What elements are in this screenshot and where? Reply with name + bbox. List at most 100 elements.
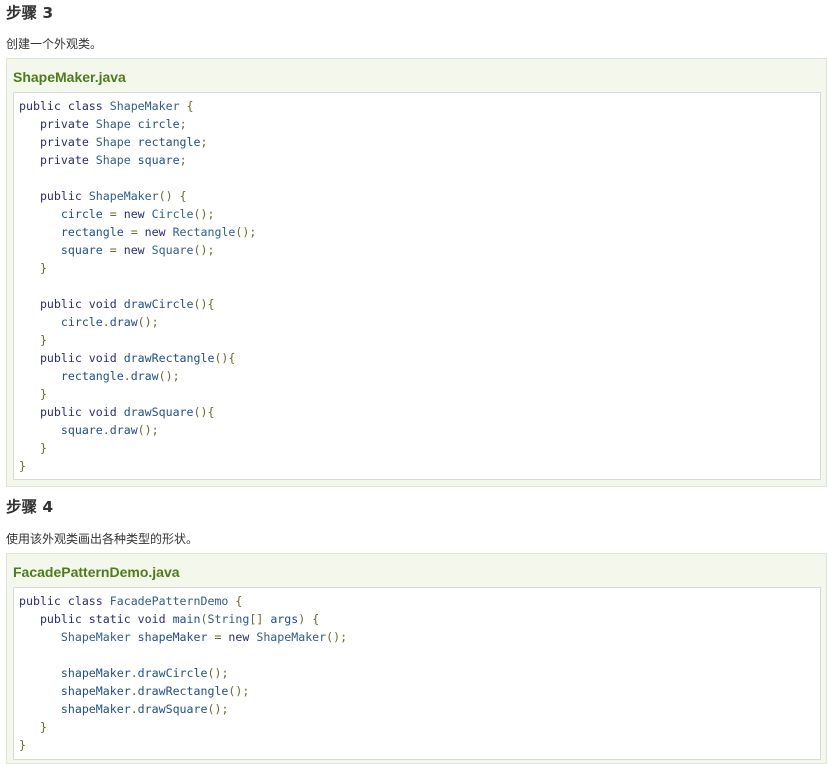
code-token: . — [130, 666, 138, 680]
code-token: main — [172, 612, 201, 626]
code-token: (); — [158, 369, 180, 383]
code-token: Shape — [95, 117, 138, 131]
step4-description: 使用该外观类画出各种类型的形状。 — [6, 532, 199, 546]
code-token: ShapeMaker — [19, 630, 138, 644]
code-token: . — [102, 423, 110, 437]
code-token: circle — [137, 117, 180, 131]
code-token: () { — [158, 189, 187, 203]
code-line: shapeMaker.drawRectangle(); — [19, 682, 820, 700]
code-token: Circle — [151, 207, 194, 221]
code-line: public void drawSquare(){ — [19, 403, 820, 421]
code-token: Shape — [95, 135, 138, 149]
code-token: ShapeMaker — [88, 189, 159, 203]
code-line: } — [19, 385, 820, 403]
step3-filename: ShapeMaker.java — [13, 69, 126, 85]
code-token: private — [19, 117, 96, 131]
code-line: square.draw(); — [19, 421, 820, 439]
code-token: drawRectangle — [137, 684, 229, 698]
code-token: new — [228, 630, 257, 644]
code-token: = — [109, 243, 124, 257]
code-token: (); — [137, 315, 159, 329]
step4-filename: FacadePatternDemo.java — [13, 564, 180, 580]
code-token: } — [19, 261, 47, 275]
code-token: public static void — [19, 612, 173, 626]
code-token: (); — [228, 684, 250, 698]
code-token: square — [19, 423, 103, 437]
code-token: Rectangle — [172, 225, 236, 239]
code-line: } — [19, 736, 820, 754]
code-line: public class ShapeMaker { — [19, 97, 820, 115]
code-token: new — [123, 243, 152, 257]
code-token: new — [144, 225, 173, 239]
code-token: draw — [109, 315, 138, 329]
code-token: } — [19, 738, 26, 752]
code-token: (); — [137, 423, 159, 437]
code-token: Shape — [95, 153, 138, 167]
code-token: = — [214, 630, 229, 644]
code-token: new — [123, 207, 152, 221]
code-token: drawCircle — [137, 666, 208, 680]
code-token: } — [19, 720, 47, 734]
code-token: (); — [326, 630, 348, 644]
code-token: public void — [19, 405, 124, 419]
code-token: drawCircle — [123, 297, 194, 311]
code-token: private — [19, 135, 96, 149]
code-token: rectangle — [19, 225, 131, 239]
code-token: circle — [19, 207, 110, 221]
code-token: public class — [19, 99, 110, 113]
code-token: draw — [130, 369, 159, 383]
step3-heading: 步骤 3 — [6, 4, 54, 22]
code-line: ShapeMaker shapeMaker = new ShapeMaker()… — [19, 628, 820, 646]
code-token: ; — [179, 117, 187, 131]
code-token: shapeMaker — [19, 684, 131, 698]
code-token: ; — [179, 153, 187, 167]
code-token: rectangle — [137, 135, 201, 149]
code-token: } — [19, 459, 26, 473]
code-token: rectangle — [19, 369, 124, 383]
code-token: . — [130, 702, 138, 716]
code-token: (); — [207, 666, 229, 680]
code-token: (); — [193, 207, 215, 221]
code-token: . — [130, 684, 138, 698]
code-token: drawSquare — [137, 702, 208, 716]
code-line: square = new Square(); — [19, 241, 820, 259]
code-token: . — [123, 369, 131, 383]
step4-heading: 步骤 4 — [6, 498, 54, 516]
code-token: (){ — [193, 405, 215, 419]
code-line: public void drawCircle(){ — [19, 295, 820, 313]
code-token: shapeMaker — [137, 630, 215, 644]
code-token: } — [19, 333, 47, 347]
code-token: [] — [249, 612, 271, 626]
code-token: public — [19, 189, 89, 203]
code-token: (); — [235, 225, 257, 239]
code-token: shapeMaker — [19, 702, 131, 716]
step4-example-block: FacadePatternDemo.java public class Faca… — [6, 553, 827, 764]
code-line: } — [19, 259, 820, 277]
code-line: public ShapeMaker() { — [19, 187, 820, 205]
code-token: } — [19, 441, 47, 455]
code-token: public void — [19, 351, 124, 365]
code-line: private Shape circle; — [19, 115, 820, 133]
step4-code-block[interactable]: public class FacadePatternDemo { public … — [13, 587, 821, 760]
code-token: ShapeMaker — [109, 99, 187, 113]
code-token: ShapeMaker — [256, 630, 327, 644]
code-line: shapeMaker.drawSquare(); — [19, 700, 820, 718]
code-token: } — [19, 387, 47, 401]
code-token: { — [235, 594, 243, 608]
code-token: { — [186, 99, 194, 113]
code-token: = — [130, 225, 145, 239]
code-token: draw — [109, 423, 138, 437]
code-token: Square — [151, 243, 194, 257]
code-token: square — [137, 153, 180, 167]
code-token: (); — [207, 702, 229, 716]
code-line: } — [19, 439, 820, 457]
code-line: rectangle = new Rectangle(); — [19, 223, 820, 241]
code-token: args — [270, 612, 299, 626]
step3-code-block[interactable]: public class ShapeMaker { private Shape … — [13, 92, 821, 480]
code-token: shapeMaker — [19, 666, 131, 680]
code-token: circle — [19, 315, 103, 329]
code-token: FacadePatternDemo — [109, 594, 236, 608]
